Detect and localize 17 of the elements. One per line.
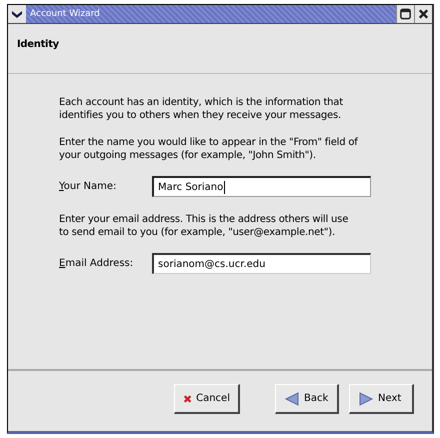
close-icon[interactable] xyxy=(414,5,432,23)
left-arrow-icon xyxy=(284,390,300,406)
cancel-button[interactable]: Cancel xyxy=(174,384,240,414)
field-label: Your Name: xyxy=(59,181,118,192)
instruction-text: Enter your email address. This is the address others will use to send email to you (for example, "user@example.net"). xyxy=(59,213,350,239)
field-label: Email Address: xyxy=(59,258,134,269)
page-title: Identity xyxy=(17,39,59,50)
maximize-icon[interactable] xyxy=(396,5,414,23)
input-field[interactable]: sorianom@cs.ucr.edu xyxy=(152,253,371,274)
back-button[interactable]: Back xyxy=(275,384,340,414)
next-button[interactable]: Next xyxy=(349,384,414,414)
instruction-text: Enter the name you would like to appear in the "From" field of your outgoing messages (for example, "John Smith"). xyxy=(59,136,359,162)
right-arrow-icon xyxy=(358,390,374,406)
input-field[interactable]: Marc Soriano xyxy=(152,176,371,197)
chevron-icon[interactable] xyxy=(8,5,26,23)
window-title: Account Wizard xyxy=(30,9,100,19)
instruction-text: Each account has an identity, which is the information that identifies you to others when they receive your messages. xyxy=(59,96,344,122)
